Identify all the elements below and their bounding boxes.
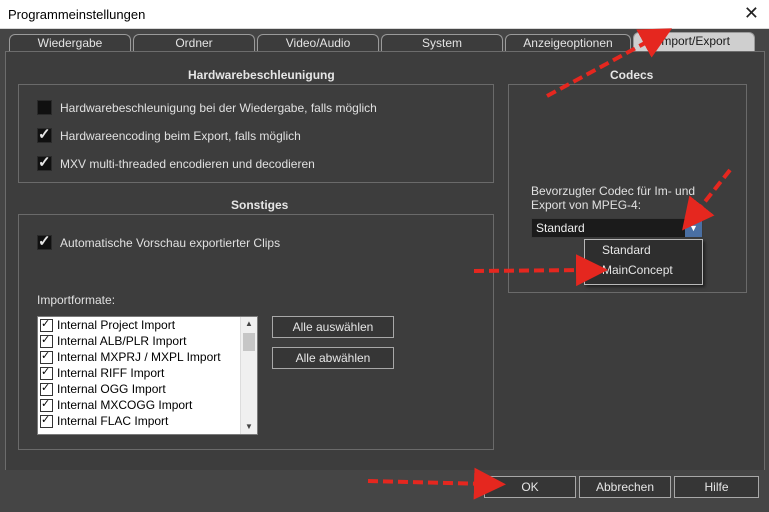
- checkbox-checked-icon[interactable]: [40, 317, 53, 332]
- list-item-label: Internal MXPRJ / MXPL Import: [57, 350, 221, 364]
- hw-playback-checkbox[interactable]: [37, 100, 52, 115]
- list-item-label: Internal MXCOGG Import: [57, 398, 193, 412]
- codec-option-standard[interactable]: Standard: [585, 240, 702, 260]
- list-item[interactable]: Internal OGG Import: [38, 381, 257, 397]
- codecs-section-title: Codecs: [610, 68, 654, 82]
- checkbox-checked-icon[interactable]: [40, 333, 53, 348]
- checkbox-checked-icon[interactable]: [40, 397, 53, 412]
- list-item-label: Internal FLAC Import: [57, 414, 169, 428]
- import-formats-list[interactable]: Internal Project Import Internal ALB/PLR…: [37, 316, 258, 435]
- list-item[interactable]: Internal FLAC Import: [38, 413, 257, 429]
- hw-playback-label: Hardwarebeschleunigung bei der Wiedergab…: [60, 100, 377, 115]
- checkbox-checked-icon[interactable]: [40, 349, 53, 364]
- codec-option-mainconcept[interactable]: MainConcept: [585, 260, 702, 280]
- tab-import-export[interactable]: Import/Export: [633, 32, 755, 52]
- list-item[interactable]: Internal MXPRJ / MXPL Import: [38, 349, 257, 365]
- list-item-label: Internal Project Import: [57, 318, 176, 332]
- window-title: Programmeinstellungen: [8, 7, 146, 22]
- codec-dropdown-menu: Standard MainConcept: [584, 239, 703, 285]
- mxv-multithread-option[interactable]: ✓ MXV multi-threaded encodieren und deco…: [37, 154, 315, 171]
- list-item-label: Internal ALB/PLR Import: [57, 334, 187, 348]
- chevron-down-icon[interactable]: ▼: [685, 219, 702, 237]
- deselect-all-button[interactable]: Alle abwählen: [272, 347, 394, 369]
- checkmark-icon: ✓: [38, 126, 51, 143]
- sonstiges-section-title: Sonstiges: [231, 198, 289, 212]
- auto-preview-option[interactable]: ✓ Automatische Vorschau exportierter Cli…: [37, 233, 281, 250]
- tab-video-audio[interactable]: Video/Audio: [257, 34, 379, 52]
- auto-preview-label: Automatische Vorschau exportierter Clips: [60, 235, 281, 250]
- ok-button[interactable]: OK: [484, 476, 576, 498]
- tab-system[interactable]: System: [381, 34, 503, 52]
- scroll-thumb[interactable]: [243, 333, 255, 351]
- select-all-button[interactable]: Alle auswählen: [272, 316, 394, 338]
- codec-select-value: Standard: [536, 221, 585, 235]
- mxv-multithread-checkbox[interactable]: ✓: [37, 154, 52, 171]
- list-item-label: Internal OGG Import: [57, 382, 166, 396]
- checkmark-icon: ✓: [38, 154, 51, 171]
- auto-preview-checkbox[interactable]: ✓: [37, 233, 52, 250]
- cancel-button[interactable]: Abbrechen: [579, 476, 671, 498]
- scroll-down-icon[interactable]: ▼: [241, 420, 257, 434]
- mxv-multithread-label: MXV multi-threaded encodieren und decodi…: [60, 156, 315, 171]
- checkbox-checked-icon[interactable]: [40, 413, 53, 428]
- tab-bar: Wiedergabe Ordner Video/Audio System Anz…: [5, 32, 765, 52]
- tab-ordner[interactable]: Ordner: [133, 34, 255, 52]
- list-item-label: Internal RIFF Import: [57, 366, 165, 380]
- title-bar: Programmeinstellungen ✕: [0, 0, 769, 29]
- tab-wiedergabe[interactable]: Wiedergabe: [9, 34, 131, 52]
- hw-encoding-option[interactable]: ✓ Hardwareencoding beim Export, falls mö…: [37, 126, 301, 143]
- checkbox-checked-icon[interactable]: [40, 365, 53, 380]
- checkbox-checked-icon[interactable]: [40, 381, 53, 396]
- hw-encoding-checkbox[interactable]: ✓: [37, 126, 52, 143]
- help-button[interactable]: Hilfe: [674, 476, 759, 498]
- checkmark-icon: ✓: [38, 233, 51, 250]
- close-icon[interactable]: ✕: [744, 3, 759, 24]
- tab-anzeigeoptionen[interactable]: Anzeigeoptionen: [505, 34, 631, 52]
- import-formats-label: Importformate:: [37, 293, 116, 307]
- list-scrollbar[interactable]: ▲ ▼: [240, 317, 257, 434]
- hardware-section-title: Hardwarebeschleunigung: [188, 68, 335, 82]
- codec-select[interactable]: Standard ▼: [531, 218, 703, 238]
- codec-label: Bevorzugter Codec für Im- und Export von…: [531, 184, 696, 212]
- hw-encoding-label: Hardwareencoding beim Export, falls mögl…: [60, 128, 301, 143]
- scroll-up-icon[interactable]: ▲: [241, 317, 257, 331]
- hw-playback-option[interactable]: Hardwarebeschleunigung bei der Wiedergab…: [37, 100, 377, 115]
- list-item[interactable]: Internal Project Import: [38, 317, 257, 333]
- list-item[interactable]: Internal MXCOGG Import: [38, 397, 257, 413]
- list-item[interactable]: Internal ALB/PLR Import: [38, 333, 257, 349]
- list-item[interactable]: Internal RIFF Import: [38, 365, 257, 381]
